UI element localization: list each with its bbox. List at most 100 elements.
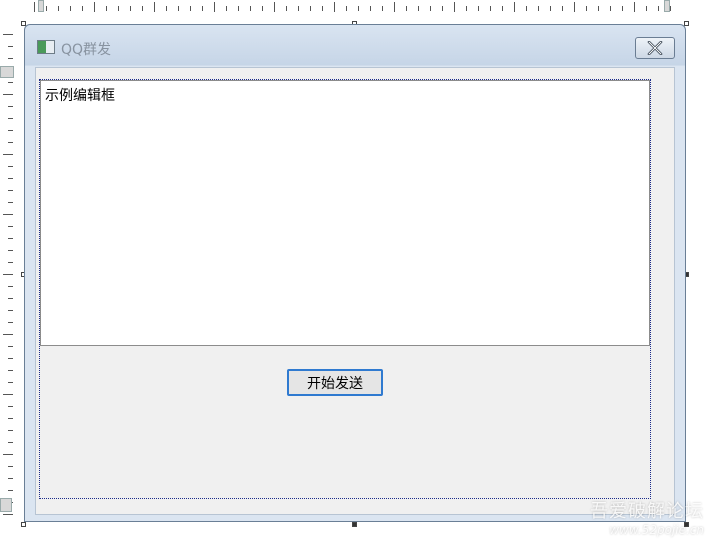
ruler-tick [490, 6, 491, 11]
ruler-marker-left-bottom[interactable] [0, 498, 12, 512]
ruler-tick [8, 442, 13, 443]
ruler-tick [442, 6, 443, 11]
ruler-tick [154, 2, 155, 12]
ruler-tick [8, 418, 13, 419]
ruler-tick [8, 286, 13, 287]
ruler-tick [202, 6, 203, 11]
ruler-tick [586, 6, 587, 11]
ruler-tick [322, 6, 323, 11]
ruler-tick [8, 310, 13, 311]
ruler-tick [8, 58, 13, 59]
ruler-tick [3, 214, 13, 215]
ruler-tick [370, 6, 371, 11]
ruler-top [30, 0, 682, 16]
ruler-tick [262, 6, 263, 11]
resize-handle-bottom-left[interactable] [21, 522, 26, 527]
ruler-tick [454, 2, 455, 12]
ruler-tick [178, 6, 179, 11]
window-title: QQ群发 [61, 42, 112, 58]
ruler-tick [190, 6, 191, 11]
ruler-tick [3, 454, 13, 455]
ruler-tick [8, 178, 13, 179]
ruler-tick [8, 226, 13, 227]
ruler-tick [8, 130, 13, 131]
close-icon [647, 41, 663, 55]
ruler-tick [418, 6, 419, 11]
watermark-title: 吾爱破解论坛 [590, 501, 704, 522]
ruler-tick [3, 334, 13, 335]
ruler-tick [8, 190, 13, 191]
ruler-tick [346, 6, 347, 11]
watermark: 吾爱破解论坛 www.52pojie.cn [590, 497, 704, 537]
ruler-tick [394, 2, 395, 12]
close-button[interactable] [635, 37, 675, 59]
ruler-tick [8, 250, 13, 251]
ruler-tick [646, 6, 647, 11]
ruler-tick [82, 6, 83, 11]
ruler-tick [8, 46, 13, 47]
ruler-tick [238, 6, 239, 11]
ruler-marker-top[interactable] [38, 0, 44, 12]
ruler-tick [634, 2, 635, 12]
ruler-tick [3, 394, 13, 395]
ruler-tick [538, 6, 539, 11]
ruler-tick [298, 6, 299, 11]
form-window[interactable]: QQ群发 示例编辑框 开始发送 [24, 24, 686, 522]
ruler-tick [8, 142, 13, 143]
ruler-tick [478, 6, 479, 11]
ruler-tick [3, 94, 13, 95]
ruler-tick [358, 6, 359, 11]
ruler-marker-left[interactable] [0, 66, 14, 78]
ruler-tick [658, 6, 659, 11]
ruler-tick [34, 2, 35, 12]
ruler-marker-top-right[interactable] [664, 0, 670, 12]
ruler-tick [382, 6, 383, 11]
title-bar[interactable]: QQ群发 [25, 25, 685, 65]
ruler-tick [226, 6, 227, 11]
ruler-tick [670, 6, 671, 11]
ruler-tick [274, 2, 275, 12]
ruler-left [0, 30, 16, 520]
ruler-tick [3, 274, 13, 275]
ruler-tick [94, 2, 95, 12]
ruler-tick [610, 6, 611, 11]
ruler-tick [3, 34, 13, 35]
message-editbox[interactable]: 示例编辑框 [40, 80, 650, 346]
ruler-tick [574, 2, 575, 12]
ruler-tick [8, 490, 13, 491]
ruler-tick [8, 346, 13, 347]
ruler-tick [514, 2, 515, 12]
ruler-tick [8, 406, 13, 407]
ruler-tick [8, 106, 13, 107]
ruler-tick [598, 6, 599, 11]
start-send-button[interactable]: 开始发送 [287, 369, 383, 396]
ruler-tick [526, 6, 527, 11]
ruler-tick [8, 358, 13, 359]
ruler-tick [8, 298, 13, 299]
ruler-tick [430, 6, 431, 11]
ruler-tick [8, 238, 13, 239]
ruler-tick [8, 382, 13, 383]
ruler-tick [58, 6, 59, 11]
ruler-tick [8, 82, 13, 83]
ruler-tick [310, 6, 311, 11]
resize-handle-top-right[interactable] [684, 21, 689, 26]
ruler-tick [118, 6, 119, 11]
ruler-tick [250, 6, 251, 11]
ruler-tick [286, 6, 287, 11]
ruler-tick [8, 118, 13, 119]
ruler-tick [166, 6, 167, 11]
ruler-tick [142, 6, 143, 11]
ruler-tick [214, 2, 215, 12]
ruler-tick [550, 6, 551, 11]
ruler-tick [3, 154, 13, 155]
window-app-icon [37, 40, 55, 54]
resize-handle-bottom[interactable] [352, 522, 357, 527]
ruler-tick [106, 6, 107, 11]
ruler-tick [8, 322, 13, 323]
ruler-tick [8, 370, 13, 371]
ruler-tick [8, 166, 13, 167]
ruler-tick [8, 466, 13, 467]
ruler-tick [3, 514, 13, 515]
ruler-tick [334, 2, 335, 12]
